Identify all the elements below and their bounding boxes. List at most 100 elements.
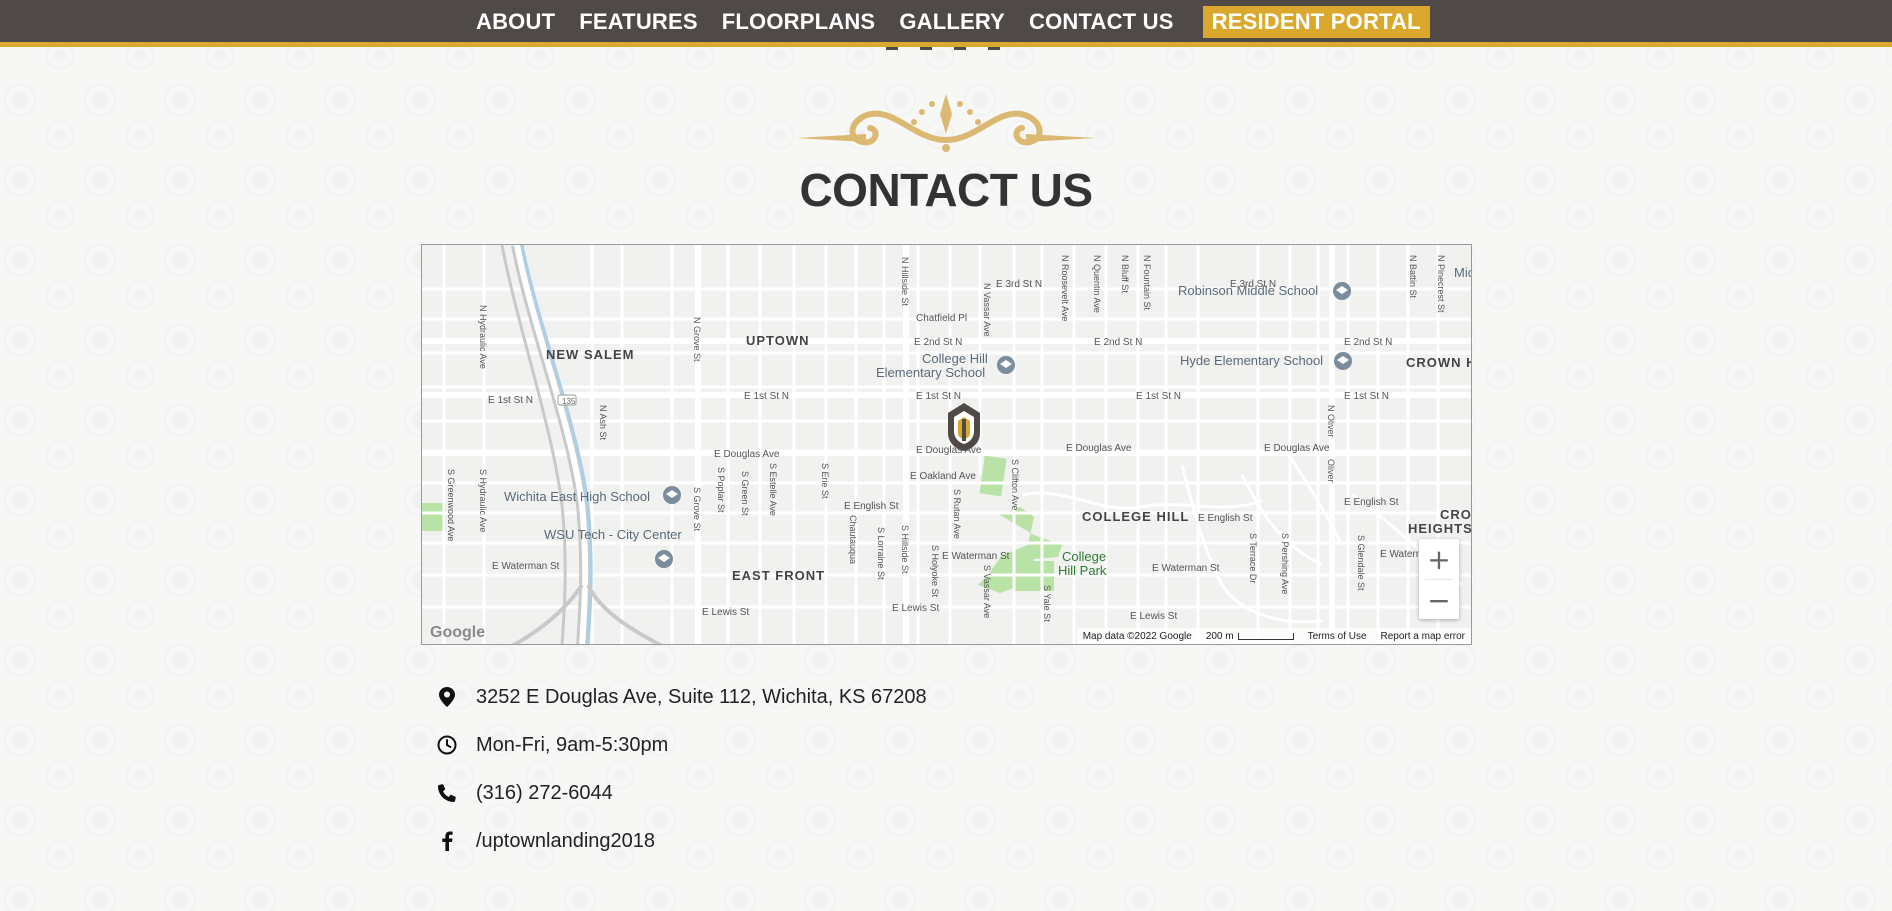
address-row: 3252 E Douglas Ave, Suite 112, Wichita, …: [436, 673, 927, 721]
poi-college-hill-park: College: [1062, 549, 1106, 564]
street-label: N Hillside St: [900, 257, 910, 307]
street-label: E 3rd St N: [1230, 279, 1276, 290]
street-label: S Yale St: [1042, 585, 1052, 622]
google-map[interactable]: 135 NEW SALEM UPTOWN COLLEGE HILL EAST F…: [421, 244, 1472, 645]
street-label: E 3rd St N: [996, 279, 1042, 290]
school-icon[interactable]: [1334, 352, 1352, 370]
map-label-crown-heights-2: CRO: [1440, 507, 1472, 522]
map-pin-icon: [436, 686, 458, 708]
street-label: S Poplar St: [716, 467, 726, 513]
page-title: CONTACT US: [799, 164, 1093, 216]
street-label: E 1st St N: [488, 395, 533, 406]
nav-about-link[interactable]: ABOUT: [467, 6, 564, 38]
poi-wichita-east-high-school: Wichita East High School: [504, 489, 650, 504]
street-label: N Fountain St: [1142, 255, 1152, 311]
street-label: Chautauqua: [848, 515, 858, 564]
poi-college-hill-park-2: Hill Park: [1058, 563, 1107, 578]
phone-icon: [436, 782, 458, 804]
map-label-new-salem: NEW SALEM: [546, 347, 634, 362]
street-label: E Lewis St: [1130, 611, 1177, 622]
dash: [988, 47, 1000, 50]
address-text: 3252 E Douglas Ave, Suite 112, Wichita, …: [476, 685, 927, 708]
street-label: E Waterman St: [1152, 563, 1220, 574]
phone-row: (316) 272-6044: [436, 769, 927, 817]
map-scale[interactable]: 200 m: [1206, 631, 1294, 642]
street-label: S Hydraulic Ave: [478, 469, 488, 532]
zoom-out-button[interactable]: −: [1419, 580, 1459, 620]
poi-hyde-elementary-school: Hyde Elementary School: [1180, 353, 1323, 368]
street-label: S Green St: [740, 471, 750, 516]
street-label: S Holyoke St: [930, 545, 940, 598]
street-label: N Bluff St: [1120, 255, 1130, 293]
street-label: E 1st St N: [744, 391, 789, 402]
street-label: N Pinecrest St: [1436, 255, 1446, 313]
dash: [886, 47, 898, 50]
street-label: N Roosevelt Ave: [1060, 255, 1070, 321]
top-navigation: ABOUT FEATURES FLOORPLANS GALLERY CONTAC…: [0, 0, 1892, 47]
street-label: S Greenwood Ave: [446, 469, 456, 541]
street-label: S Vassar Ave: [982, 565, 992, 618]
street-label: E Douglas Ave: [714, 449, 780, 460]
nav-list: ABOUT FEATURES FLOORPLANS GALLERY CONTAC…: [467, 6, 1436, 38]
map-label-heights: HEIGHTS: [1408, 521, 1472, 536]
resident-portal-button[interactable]: RESIDENT PORTAL: [1202, 6, 1430, 38]
decorative-ornament: [796, 94, 1096, 152]
terms-of-use-link[interactable]: Terms of Use: [1308, 631, 1367, 642]
street-label: E 1st St N: [1344, 391, 1389, 402]
street-label: E English St: [1198, 513, 1253, 524]
poi-partial-label: Mic: [1454, 265, 1472, 280]
scale-bar: [1237, 632, 1294, 640]
zoom-in-button[interactable]: +: [1419, 539, 1459, 579]
street-label: E Lewis St: [702, 607, 749, 618]
school-icon[interactable]: [655, 550, 673, 568]
google-logo: Google: [430, 624, 485, 641]
street-label: N Ash St: [598, 405, 608, 441]
street-label: N Hydraulic Ave: [478, 305, 488, 369]
street-label: E Douglas Ave: [1264, 443, 1330, 454]
nav-gallery-link[interactable]: GALLERY: [890, 6, 1014, 38]
nav-floorplans-link[interactable]: FLOORPLANS: [713, 6, 885, 38]
hours-row: Mon-Fri, 9am-5:30pm: [436, 721, 927, 769]
street-label: S Glendale St: [1356, 535, 1366, 591]
dash: [954, 47, 966, 50]
map-canvas[interactable]: 135 NEW SALEM UPTOWN COLLEGE HILL EAST F…: [422, 245, 1472, 645]
facebook-link[interactable]: /uptownlanding2018: [476, 830, 655, 853]
phone-text[interactable]: (316) 272-6044: [476, 782, 613, 805]
street-label: S Hillside St: [900, 525, 910, 574]
hours-text: Mon-Fri, 9am-5:30pm: [476, 733, 669, 756]
scale-label: 200 m: [1205, 630, 1234, 642]
street-label: N Vassar Ave: [982, 283, 992, 337]
street-label: E Oakland Ave: [910, 471, 976, 482]
highway-shield-label: 135: [562, 397, 576, 406]
street-label: N Oliver: [1326, 405, 1336, 438]
street-label: S Clifton Ave: [1010, 459, 1020, 510]
street-label: S Lorraine St: [876, 527, 886, 580]
poi-college-hill-elementary-2: Elementary School: [876, 365, 985, 380]
poi-wsu-tech-city-center: WSU Tech - City Center: [544, 527, 682, 542]
nav-indicator-dashes: [886, 47, 1000, 50]
street-label: S Pershing Ave: [1280, 533, 1290, 594]
facebook-icon: [436, 830, 458, 852]
poi-college-hill-elementary: College Hill: [922, 351, 988, 366]
street-label: E 2nd St N: [1344, 337, 1392, 348]
street-label: E 2nd St N: [1094, 337, 1142, 348]
street-label: N Quentin Ave: [1092, 255, 1102, 313]
nav-features-link[interactable]: FEATURES: [570, 6, 707, 38]
street-label: E English St: [844, 501, 899, 512]
street-label: Chatfield Pl: [916, 313, 967, 324]
dash: [920, 47, 932, 50]
school-icon[interactable]: [663, 486, 681, 504]
street-label: N Battin St: [1408, 255, 1418, 299]
park-area: [422, 503, 446, 531]
street-label: E Waterman St: [942, 551, 1010, 562]
map-label-uptown: UPTOWN: [746, 333, 810, 348]
street-label: N Grove St: [692, 317, 702, 362]
nav-contact-link[interactable]: CONTACT US: [1020, 6, 1183, 38]
street-label: S Erie St: [820, 463, 830, 499]
school-icon[interactable]: [1333, 282, 1351, 300]
school-icon[interactable]: [997, 356, 1015, 374]
report-map-error-link[interactable]: Report a map error: [1381, 631, 1465, 642]
street-label: E English St: [1344, 497, 1399, 508]
map-data-attribution: Map data ©2022 Google: [1082, 630, 1192, 642]
property-location-marker[interactable]: [948, 403, 980, 451]
